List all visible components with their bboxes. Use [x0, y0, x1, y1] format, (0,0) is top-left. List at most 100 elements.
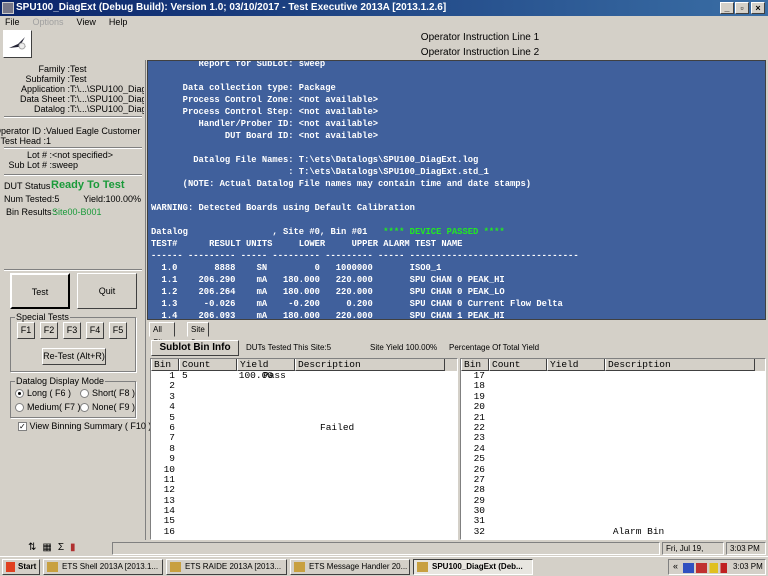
- dut-status-value: Ready To Test: [51, 179, 125, 191]
- tab-all-sites[interactable]: All Sites: [149, 322, 175, 347]
- windows-logo-icon: [6, 562, 15, 572]
- eagle-logo-button[interactable]: [3, 30, 32, 58]
- tray-expand-icon[interactable]: «: [673, 561, 678, 571]
- task-label: SPU100_DiagExt (Deb...: [432, 562, 523, 571]
- table-row[interactable]: 15: [151, 516, 457, 527]
- retest-button[interactable]: Re-Test (Alt+R): [42, 348, 106, 365]
- table-row[interactable]: 29: [461, 495, 765, 506]
- menu-file[interactable]: File: [5, 17, 20, 27]
- table-row[interactable]: 23: [461, 432, 765, 443]
- table-row[interactable]: 11: [151, 474, 457, 485]
- table-row[interactable]: 28: [461, 484, 765, 495]
- radio-icon: [80, 403, 89, 413]
- task-app-icon: [47, 562, 58, 572]
- sublot-label: Sub Lot # :: [8, 160, 52, 170]
- datalog-line: 1.0 8888 SN 0 1000000 ISO0_1: [151, 262, 765, 274]
- maximize-button[interactable]: ▫: [735, 2, 749, 14]
- view-binning-checkbox[interactable]: ✓ View Binning Summary ( F10 ): [18, 421, 151, 432]
- datasheet-value: T:\...\SPU100_DiagExt.p: [70, 94, 144, 104]
- menu-help[interactable]: Help: [109, 17, 128, 27]
- column-header-yield[interactable]: Yield: [547, 359, 605, 371]
- table-row[interactable]: 19: [461, 391, 765, 402]
- application-value: T:\...\SPU100_DiagExt.D: [70, 84, 144, 94]
- table-row[interactable]: 26: [461, 464, 765, 475]
- table-row[interactable]: 10: [151, 464, 457, 475]
- title-bar: SPU100_DiagExt (Debug Build): Version 1.…: [0, 0, 768, 16]
- datalog-line: [151, 70, 765, 82]
- taskbar-item-0[interactable]: ETS Shell 2013A [2013.1...: [43, 559, 163, 575]
- table-row[interactable]: 6 Failed: [151, 422, 457, 433]
- bin-table-left[interactable]: Bin Count Yield Description 1 5 100.00 Pass 2 3 4 5…: [150, 358, 458, 540]
- lot-value: <not specified>: [52, 150, 114, 160]
- status-date: Fri, Jul 19, 2024: [662, 542, 724, 564]
- column-header-description[interactable]: Description: [605, 359, 755, 371]
- f4-button[interactable]: F4: [86, 322, 104, 339]
- taskbar-item-3[interactable]: SPU100_DiagExt (Deb...: [413, 559, 533, 575]
- table-row[interactable]: 14: [151, 505, 457, 516]
- table-row[interactable]: 3: [151, 391, 457, 402]
- table-row[interactable]: 7: [151, 432, 457, 443]
- table-row[interactable]: 27: [461, 474, 765, 485]
- taskbar-item-1[interactable]: ETS RAIDE 2013A [2013...: [166, 559, 287, 575]
- grid-icon[interactable]: ▦: [42, 542, 57, 553]
- table-row[interactable]: 18: [461, 380, 765, 391]
- tray-icons[interactable]: [683, 563, 727, 573]
- cell-bin: 16: [163, 525, 175, 537]
- datalog-line: 1.1 206.290 mA 180.000 220.000 SPU CHAN …: [151, 274, 765, 286]
- test-button[interactable]: Test: [10, 273, 70, 309]
- percentage-total-yield: Percentage Of Total Yield: [449, 343, 540, 352]
- display-mode-legend: Datalog Display Mode: [16, 376, 105, 386]
- column-header-count[interactable]: Count: [489, 359, 547, 371]
- table-row[interactable]: 21: [461, 412, 765, 423]
- app-icon: [2, 2, 14, 14]
- radio-display-mode-1[interactable]: Short( F8 ): [80, 388, 135, 399]
- f2-button[interactable]: F2: [40, 322, 58, 339]
- table-row[interactable]: 17: [461, 370, 765, 381]
- special-tests-legend: Special Tests: [16, 312, 69, 322]
- table-row[interactable]: 2: [151, 380, 457, 391]
- tab-site-0[interactable]: Site 0: [187, 322, 209, 347]
- sigma-icon[interactable]: Σ: [58, 542, 70, 553]
- table-row[interactable]: 24: [461, 443, 765, 454]
- radio-display-mode-3[interactable]: None( F9 ): [80, 402, 135, 413]
- datalog-line: Process Control Zone: <not available>: [151, 94, 765, 106]
- bar-chart-icon[interactable]: ▮: [70, 542, 82, 553]
- radio-display-mode-2[interactable]: Medium( F7 ): [15, 402, 81, 413]
- table-row[interactable]: 16: [151, 525, 457, 537]
- datalog-line: (NOTE: Actual Datalog File names may con…: [151, 178, 765, 190]
- bin-table-right[interactable]: Bin Count Yield Description 17 18 19 20 21 22 23 24…: [460, 358, 766, 540]
- table-row[interactable]: 9: [151, 453, 457, 464]
- f1-button[interactable]: F1: [17, 322, 35, 339]
- menu-bar: File Options View Help: [0, 16, 768, 29]
- close-button[interactable]: ×: [751, 2, 765, 14]
- table-row[interactable]: 12: [151, 484, 457, 495]
- table-row[interactable]: 22: [461, 422, 765, 433]
- quit-button[interactable]: Quit: [77, 273, 137, 309]
- divider: [4, 174, 142, 176]
- testhead-value: 1: [46, 136, 52, 146]
- start-button[interactable]: Start: [2, 559, 40, 575]
- sublot-bin-info-button[interactable]: Sublot Bin Info: [151, 340, 239, 356]
- f5-button[interactable]: F5: [109, 322, 127, 339]
- table-row[interactable]: 8: [151, 443, 457, 454]
- table-row[interactable]: 1 5 100.00 Pass: [151, 370, 457, 381]
- table-row[interactable]: 30: [461, 505, 765, 516]
- checkbox-check-icon: ✓: [18, 422, 27, 432]
- table-row[interactable]: 20: [461, 401, 765, 412]
- table-row[interactable]: 4: [151, 401, 457, 412]
- table-row[interactable]: 25: [461, 453, 765, 465]
- cell-bin: 25: [473, 453, 485, 465]
- menu-view[interactable]: View: [77, 17, 96, 27]
- f3-button[interactable]: F3: [63, 322, 81, 339]
- datalog-text-segment: 1.0 8888 SN 0 1000000 ISO0_1: [151, 263, 442, 273]
- taskbar-item-2[interactable]: ETS Message Handler 20...: [290, 559, 410, 575]
- sort-icon[interactable]: ⇅: [28, 542, 42, 553]
- column-header-description[interactable]: Description: [295, 359, 445, 371]
- datalog-label: Datalog :: [33, 104, 70, 114]
- datalog-window[interactable]: Report for SubLot: sweep Data collection…: [147, 60, 766, 320]
- table-row[interactable]: 32 Alarm Bin: [461, 526, 765, 537]
- table-row[interactable]: 13: [151, 495, 457, 506]
- minimize-button[interactable]: _: [720, 2, 734, 14]
- toolbar-icons[interactable]: ⇅▦Σ▮: [28, 542, 82, 553]
- radio-display-mode-0[interactable]: Long ( F6 ): [15, 388, 71, 399]
